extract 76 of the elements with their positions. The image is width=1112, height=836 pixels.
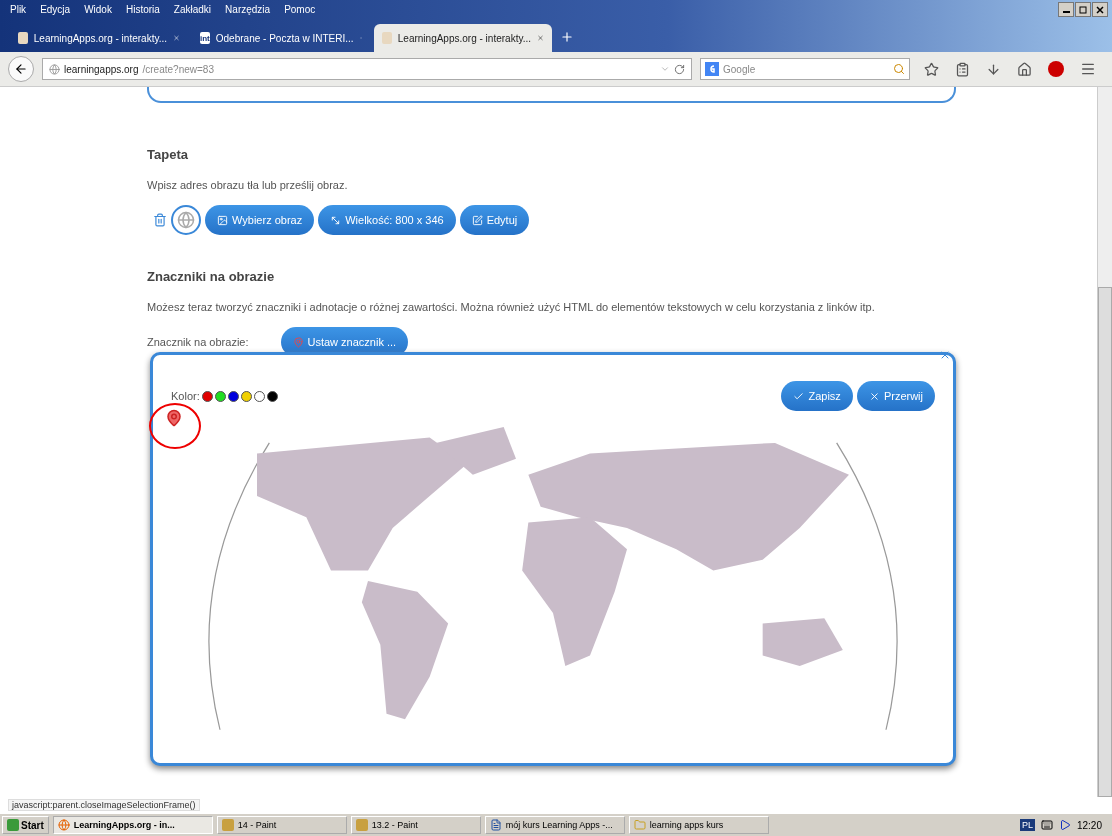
color-label: Kolor: xyxy=(171,390,200,402)
taskbar-item[interactable]: 14 - Paint xyxy=(216,816,347,834)
address-field[interactable]: learningapps.org /create?new=83 xyxy=(42,58,692,80)
menu-item[interactable]: Narzędzia xyxy=(225,3,271,15)
scrollbar[interactable] xyxy=(1097,87,1112,797)
toolbar-button[interactable]: Wybierz obraz xyxy=(205,205,315,235)
taskbar-item[interactable]: learning apps kurs xyxy=(628,816,769,834)
google-icon xyxy=(705,62,719,76)
menu-item[interactable]: Historia xyxy=(125,3,160,15)
folder-icon xyxy=(633,819,646,831)
browser-tab[interactable]: LearningApps.org - interakty... xyxy=(374,24,552,52)
section-title: Znaczniki na obrazie xyxy=(147,269,276,284)
pin-icon xyxy=(292,336,304,348)
section-description: Wpisz adres obrazu tła lub prześlij obraz. xyxy=(147,179,349,191)
color-swatch[interactable] xyxy=(253,390,265,402)
menu-icon[interactable] xyxy=(1080,61,1096,77)
map-pin-icon[interactable] xyxy=(165,409,183,427)
clock: 12:20 xyxy=(1076,819,1102,831)
paint-icon xyxy=(355,819,368,831)
color-swatch[interactable] xyxy=(214,390,226,402)
reload-icon[interactable] xyxy=(674,63,685,75)
mail-favicon: int xyxy=(200,32,210,44)
download-icon[interactable] xyxy=(986,61,1001,77)
globe-icon xyxy=(177,211,195,229)
menu-item[interactable]: Pomoc xyxy=(284,3,316,15)
search-placeholder: Google xyxy=(723,63,757,75)
app-favicon xyxy=(18,32,28,44)
color-swatch[interactable] xyxy=(266,390,278,402)
color-swatch[interactable] xyxy=(227,390,239,402)
image-icon xyxy=(217,214,228,226)
paint-icon xyxy=(221,819,234,831)
menu-item[interactable]: Widok xyxy=(84,3,112,15)
url-host: learningapps.org xyxy=(64,63,139,75)
back-button[interactable] xyxy=(8,56,34,82)
trash-icon[interactable] xyxy=(153,213,167,227)
color-swatch[interactable] xyxy=(201,390,213,402)
section-title: Tapeta xyxy=(147,147,189,162)
bookmarks-icon[interactable] xyxy=(955,61,970,77)
toolbar-button[interactable]: Edytuj xyxy=(459,205,530,235)
home-icon[interactable] xyxy=(1017,61,1032,77)
app-favicon xyxy=(382,32,392,44)
restore-button[interactable] xyxy=(1075,2,1091,17)
bookmark-icon[interactable] xyxy=(924,61,939,77)
color-swatch[interactable] xyxy=(240,390,252,402)
start-button[interactable]: Start xyxy=(2,816,49,834)
toolbar-button[interactable]: Wielkość: 800 x 346 xyxy=(318,205,456,235)
edit-icon xyxy=(471,214,483,226)
status-text: javascript:parent.closeImageSelectionFrame() xyxy=(8,799,200,811)
section-description: Możesz teraz tworzyć znaczniki i adnotacje o różnej zawartości. Można również użyć HTML do elementów tekstowych w celu korzystania z linków itp. xyxy=(147,301,876,313)
keyboard-icon[interactable] xyxy=(1040,819,1053,831)
taskbar-item[interactable]: LearningApps.org - in... xyxy=(52,816,213,834)
menu-item[interactable]: Edycja xyxy=(40,3,71,15)
field-label: Znacznik na obrazie: xyxy=(147,336,249,348)
resize-icon xyxy=(330,214,342,226)
new-tab-icon[interactable] xyxy=(560,30,574,44)
adblock-icon[interactable] xyxy=(1048,61,1064,77)
globe-button[interactable] xyxy=(171,205,201,235)
close-button[interactable] xyxy=(1092,2,1108,17)
media-icon[interactable] xyxy=(1058,819,1071,831)
url-path: /create?new=83 xyxy=(142,63,215,75)
taskbar-item[interactable]: mój kurs Learning Apps -... xyxy=(484,816,625,834)
browser-icon xyxy=(57,819,70,831)
globe-icon xyxy=(49,63,60,75)
minimize-button[interactable] xyxy=(1058,2,1074,17)
check-icon xyxy=(793,390,805,402)
language-indicator[interactable]: PL xyxy=(1019,819,1035,831)
restore-icon xyxy=(1079,5,1087,14)
taskbar-item[interactable]: 13.2 - Paint xyxy=(350,816,481,834)
browser-tab[interactable]: LearningApps.org - interakty... xyxy=(10,24,188,52)
save-button[interactable]: Zapisz xyxy=(781,381,853,411)
menu-item[interactable]: Plik xyxy=(10,3,27,15)
browser-tab[interactable]: int Odebrane - Poczta w INTERI... xyxy=(192,24,370,52)
cancel-button[interactable]: Przerwij xyxy=(856,381,935,411)
search-field[interactable]: Google xyxy=(700,58,910,80)
menu-item[interactable]: Zakładki xyxy=(173,3,212,15)
document-icon xyxy=(489,819,502,831)
